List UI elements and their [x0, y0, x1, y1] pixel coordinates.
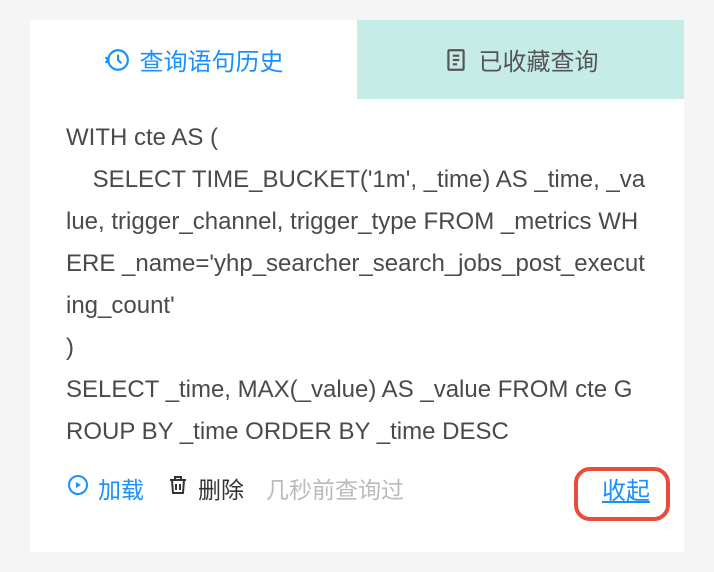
- load-label: 加载: [98, 471, 144, 505]
- actions-bar: 加载 删除 几秒前查询过 收起: [30, 463, 684, 515]
- trash-icon: [166, 473, 190, 503]
- document-icon: [443, 47, 469, 73]
- tabs-container: 查询语句历史 已收藏查询: [30, 20, 684, 99]
- query-timestamp: 几秒前查询过: [266, 471, 404, 505]
- tab-history[interactable]: 查询语句历史: [30, 20, 357, 99]
- tab-favorites-label: 已收藏查询: [479, 42, 599, 77]
- query-text: WITH cte AS ( SELECT TIME_BUCKET('1m', _…: [66, 117, 648, 453]
- tab-history-label: 查询语句历史: [140, 42, 284, 77]
- delete-button[interactable]: 删除: [166, 471, 244, 505]
- query-content: WITH cte AS ( SELECT TIME_BUCKET('1m', _…: [30, 99, 684, 463]
- delete-label: 删除: [198, 471, 244, 505]
- play-circle-icon: [66, 473, 90, 503]
- load-button[interactable]: 加载: [66, 471, 144, 505]
- history-icon: [104, 47, 130, 73]
- query-panel: 查询语句历史 已收藏查询 WITH cte AS ( SELECT TIME_B…: [30, 20, 684, 552]
- tab-favorites[interactable]: 已收藏查询: [357, 20, 684, 99]
- collapse-button[interactable]: 收起: [602, 471, 650, 506]
